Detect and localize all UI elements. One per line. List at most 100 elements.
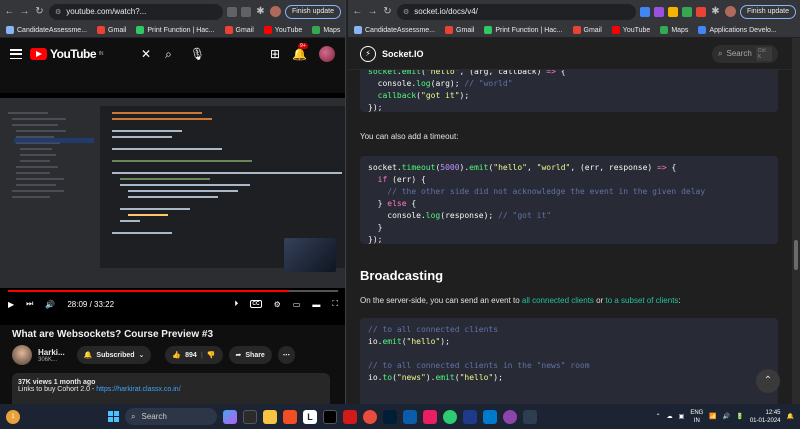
- forward-icon[interactable]: →: [19, 6, 30, 17]
- subset-clients-link[interactable]: to a subset of clients: [605, 296, 678, 305]
- scrollbar-thumb[interactable]: [794, 240, 798, 270]
- subscribed-button[interactable]: 🔔 Subscribed ⌄: [76, 346, 152, 364]
- bookmark-item[interactable]: Gmail: [445, 26, 474, 34]
- autoplay-icon[interactable]: ⏵: [234, 299, 238, 309]
- app-icon[interactable]: [363, 409, 377, 424]
- github-icon[interactable]: [503, 409, 517, 424]
- battery-icon[interactable]: 🔋: [736, 413, 743, 420]
- captions-icon[interactable]: CC: [250, 300, 262, 308]
- bookmark-item[interactable]: Applications Develo...: [698, 26, 777, 34]
- profile-avatar[interactable]: [724, 6, 736, 17]
- site-name[interactable]: Socket.IO: [382, 49, 424, 59]
- extension-icon[interactable]: [681, 6, 692, 17]
- back-icon[interactable]: ←: [4, 6, 15, 17]
- bookmark-item[interactable]: Maps: [312, 26, 340, 34]
- search-icon[interactable]: ⌕: [165, 47, 172, 62]
- edge-icon[interactable]: [463, 409, 477, 424]
- extension-icon[interactable]: [240, 6, 251, 17]
- file-explorer-icon[interactable]: [263, 409, 277, 424]
- app-tray-icon[interactable]: ▣: [679, 413, 685, 420]
- address-bar[interactable]: ⚙ socket.io/docs/v4/: [397, 3, 636, 20]
- extension-icon[interactable]: [695, 6, 706, 17]
- profile-avatar[interactable]: [269, 6, 281, 17]
- taskbar-search[interactable]: ⌕ Search: [125, 408, 217, 425]
- task-view-icon[interactable]: [243, 409, 257, 424]
- bookmark-item[interactable]: Gmail: [97, 26, 126, 34]
- finish-update-button[interactable]: Finish update: [739, 4, 796, 19]
- bookmark-item[interactable]: Maps: [660, 26, 688, 34]
- bookmark-item[interactable]: YouTube: [611, 26, 650, 34]
- create-video-icon[interactable]: ⊞: [270, 47, 280, 61]
- brave-icon[interactable]: [423, 409, 437, 424]
- socketio-logo-icon[interactable]: ⚡: [360, 45, 376, 62]
- wifi-icon[interactable]: 📶: [709, 413, 716, 420]
- start-icon[interactable]: [108, 411, 119, 422]
- app-icon[interactable]: [403, 409, 417, 424]
- like-icon[interactable]: 👍: [172, 351, 181, 359]
- volume-icon[interactable]: 🔊: [45, 300, 55, 309]
- youtube-logo[interactable]: YouTube IN: [30, 47, 104, 61]
- dislike-icon[interactable]: 👎: [207, 351, 216, 359]
- channel-avatar[interactable]: [12, 345, 32, 365]
- extension-icon[interactable]: [667, 6, 678, 17]
- address-bar[interactable]: ⚙ youtube.com/watch?...: [49, 3, 223, 20]
- site-info-icon[interactable]: ⚙: [55, 8, 61, 16]
- puzzle-icon[interactable]: ✱: [255, 6, 266, 17]
- notification-icon[interactable]: 🔔: [787, 413, 794, 420]
- bookmark-item[interactable]: Print Function | Hac...: [484, 26, 563, 34]
- scroll-to-top-button[interactable]: ⌃: [756, 369, 780, 393]
- forward-icon[interactable]: →: [367, 6, 378, 17]
- puzzle-icon[interactable]: ✱: [710, 6, 721, 17]
- language-indicator[interactable]: ENG IN: [690, 409, 703, 425]
- vscode-icon[interactable]: [483, 409, 497, 424]
- theater-icon[interactable]: ▬: [312, 300, 320, 309]
- widgets-icon[interactable]: 1: [6, 409, 20, 424]
- reload-icon[interactable]: ↻: [382, 6, 393, 17]
- l-app-icon[interactable]: L: [303, 409, 317, 424]
- bookmark-item[interactable]: CandidateAssessme...: [354, 26, 435, 34]
- play-icon[interactable]: ▶: [8, 300, 14, 309]
- extension-icon[interactable]: [653, 6, 664, 17]
- notifications-icon[interactable]: 🔔 9+: [292, 43, 308, 61]
- cohort-link[interactable]: https://harkirat.classx.co.in/: [96, 386, 180, 393]
- site-info-icon[interactable]: ⚙: [403, 8, 409, 16]
- progress-bar[interactable]: [8, 290, 338, 292]
- back-icon[interactable]: ←: [352, 6, 363, 17]
- terminal-icon[interactable]: [323, 409, 337, 424]
- miniplayer-icon[interactable]: ▭: [293, 300, 301, 309]
- microphone-icon[interactable]: 🎙: [190, 47, 205, 61]
- video-description[interactable]: 37K views 1 month ago Links to buy Cohor…: [12, 373, 330, 404]
- more-actions-button[interactable]: ⋯: [277, 346, 295, 364]
- bookmark-item[interactable]: Gmail: [572, 26, 602, 34]
- bookmark-item[interactable]: YouTube: [263, 26, 302, 34]
- extension-icon[interactable]: [639, 6, 650, 17]
- close-icon[interactable]: ✕: [141, 47, 151, 61]
- share-button[interactable]: ➦ Share: [228, 346, 272, 364]
- bookmark-item[interactable]: CandidateAssessme...: [6, 26, 87, 34]
- bookmark-item[interactable]: Gmail: [224, 26, 254, 34]
- app-icon[interactable]: [523, 409, 537, 424]
- store-icon[interactable]: [283, 409, 297, 424]
- fullscreen-icon[interactable]: ⛶: [332, 299, 338, 309]
- reload-icon[interactable]: ↻: [34, 6, 45, 17]
- channel-name[interactable]: Harki...: [38, 348, 65, 357]
- chrome-icon[interactable]: [443, 409, 457, 424]
- like-dislike-button[interactable]: 👍 894 | 👎: [165, 346, 223, 364]
- search-button[interactable]: ⌕ Search Ctrl K: [712, 44, 778, 63]
- page-scrollbar[interactable]: [792, 38, 800, 404]
- video-player[interactable]: ▶ ⏭ 🔊 28:09 / 33:22 ⏵ CC ⚙ ▭ ▬ ⛶: [0, 93, 345, 325]
- account-avatar[interactable]: [319, 46, 335, 62]
- extension-icon[interactable]: [226, 6, 237, 17]
- bookmark-item[interactable]: Print Function | Hac...: [136, 26, 215, 34]
- photoshop-icon[interactable]: [383, 409, 397, 424]
- clock[interactable]: 12:45 01-01-2024: [750, 409, 781, 425]
- next-icon[interactable]: ⏭: [26, 299, 33, 309]
- settings-icon[interactable]: ⚙: [274, 300, 281, 309]
- mcafee-icon[interactable]: [343, 409, 357, 424]
- menu-icon[interactable]: [10, 49, 22, 59]
- volume-icon[interactable]: 🔊: [723, 413, 730, 420]
- onedrive-icon[interactable]: ☁: [667, 413, 673, 420]
- all-clients-link[interactable]: all connected clients: [522, 296, 594, 305]
- copilot-icon[interactable]: [223, 409, 237, 424]
- finish-update-button[interactable]: Finish update: [284, 4, 341, 19]
